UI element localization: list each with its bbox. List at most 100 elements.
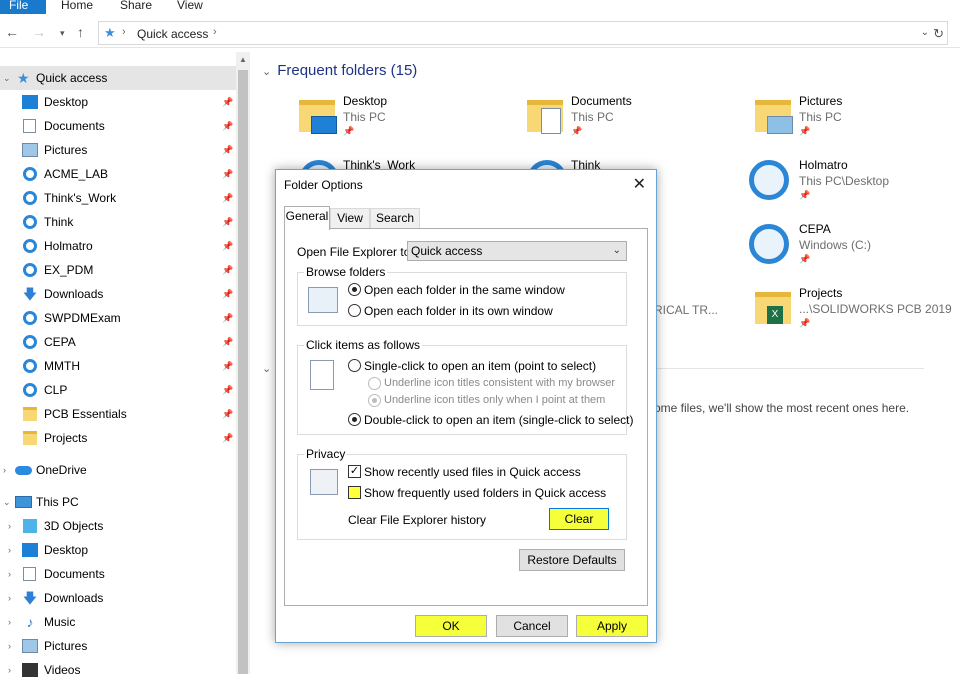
single-click-radio[interactable]	[348, 359, 361, 372]
nav-item-pc-documents[interactable]: › Documents	[0, 562, 236, 586]
nav-item-pcb-essentials[interactable]: PCB Essentials 📌	[0, 402, 236, 426]
close-icon[interactable]: ✕	[633, 174, 646, 194]
pin-icon[interactable]: 📌	[222, 145, 233, 156]
pin-icon[interactable]: 📌	[222, 169, 233, 180]
share-tab[interactable]: Share	[120, 0, 152, 11]
own-window-label[interactable]: Open each folder in its own window	[364, 304, 553, 318]
file-tab[interactable]: File	[0, 0, 46, 14]
restore-defaults-button[interactable]: Restore Defaults	[519, 549, 625, 571]
nav-scrollbar[interactable]: ▲	[236, 52, 250, 674]
double-click-radio[interactable]	[348, 413, 361, 426]
recent-files-chevron-icon[interactable]: ⌄	[262, 362, 271, 375]
pin-icon[interactable]: 📌	[222, 241, 233, 252]
nav-item-cepa[interactable]: CEPA 📌	[0, 330, 236, 354]
chevron-right-icon[interactable]: ›	[8, 521, 11, 531]
recent-files-checkbox[interactable]: ✓	[348, 465, 361, 478]
nav-item-pc-pictures[interactable]: › Pictures	[0, 634, 236, 658]
chevron-down-icon[interactable]: ⌄	[3, 497, 11, 508]
nav-item-pc-downloads[interactable]: › 🡇 Downloads	[0, 586, 236, 610]
underline-browser-label[interactable]: Underline icon titles consistent with my…	[384, 377, 615, 389]
nav-onedrive[interactable]: › OneDrive	[0, 458, 236, 482]
address-bar[interactable]: ★ › Quick access › ⌄ ↻	[98, 21, 948, 45]
nav-item-think[interactable]: Think 📌	[0, 210, 236, 234]
nav-item-projects[interactable]: Projects 📌	[0, 426, 236, 450]
frequent-folders-header[interactable]: ⌄ Frequent folders (15)	[262, 62, 417, 79]
pin-icon[interactable]: 📌	[222, 265, 233, 276]
chevron-right-icon[interactable]: ›	[122, 26, 126, 38]
nav-item-downloads[interactable]: 🡇 Downloads 📌	[0, 282, 236, 306]
own-window-radio[interactable]	[348, 304, 361, 317]
chevron-right-icon[interactable]: ›	[213, 26, 217, 38]
double-click-label[interactable]: Double-click to open an item (single-cli…	[364, 413, 633, 427]
clear-button[interactable]: Clear	[549, 508, 609, 530]
nav-item-swpdmexam[interactable]: SWPDMExam 📌	[0, 306, 236, 330]
nav-item-documents[interactable]: Documents 📌	[0, 114, 236, 138]
nav-item-music[interactable]: › ♪ Music	[0, 610, 236, 634]
same-window-label[interactable]: Open each folder in the same window	[364, 283, 565, 297]
nav-item-desktop[interactable]: Desktop 📌	[0, 90, 236, 114]
nav-item-videos[interactable]: › Videos	[0, 658, 236, 682]
frequent-folders-label[interactable]: Show frequently used folders in Quick ac…	[364, 486, 606, 500]
scroll-up-icon[interactable]: ▲	[239, 55, 247, 64]
pin-icon[interactable]: 📌	[222, 313, 233, 324]
chevron-down-icon[interactable]: ⌄	[3, 73, 11, 84]
tile-desktop[interactable]: Desktop This PC 📌	[297, 94, 497, 150]
nav-item-pc-desktop[interactable]: › Desktop	[0, 538, 236, 562]
refresh-icon[interactable]: ↻	[933, 26, 944, 42]
tab-search[interactable]: Search	[370, 208, 420, 228]
tile-cepa[interactable]: CEPA Windows (C:) 📌	[749, 222, 953, 278]
back-arrow-icon[interactable]: ←	[5, 24, 19, 40]
forward-arrow-icon[interactable]: →	[32, 24, 46, 40]
tile-projects[interactable]: X Projects ...\SOLIDWORKS PCB 2019 📌	[753, 286, 958, 342]
underline-point-label[interactable]: Underline icon titles only when I point …	[384, 394, 605, 406]
nav-item-mmth[interactable]: MMTH 📌	[0, 354, 236, 378]
pin-icon[interactable]: 📌	[222, 121, 233, 132]
pin-icon[interactable]: 📌	[222, 385, 233, 396]
home-tab[interactable]: Home	[61, 0, 93, 11]
nav-item-ex-pdm[interactable]: EX_PDM 📌	[0, 258, 236, 282]
tile-pictures[interactable]: Pictures This PC 📌	[753, 94, 953, 150]
up-arrow-icon[interactable]: ↑	[77, 24, 84, 40]
view-tab[interactable]: View	[177, 0, 203, 11]
nav-item-acme-lab[interactable]: ACME_LAB 📌	[0, 162, 236, 186]
ok-button[interactable]: OK	[415, 615, 487, 637]
nav-item-thinks-work[interactable]: Think's_Work 📌	[0, 186, 236, 210]
nav-item-3d-objects[interactable]: › 3D Objects	[0, 514, 236, 538]
recent-locations-chevron-icon[interactable]: ▾	[60, 28, 65, 39]
pin-icon[interactable]: 📌	[222, 409, 233, 420]
chevron-right-icon[interactable]: ›	[8, 641, 11, 651]
pin-icon[interactable]: 📌	[222, 361, 233, 372]
single-click-label[interactable]: Single-click to open an item (point to s…	[364, 359, 596, 373]
address-dropdown-icon[interactable]: ⌄	[921, 27, 929, 38]
chevron-right-icon[interactable]: ›	[8, 545, 11, 555]
tab-view[interactable]: View	[330, 208, 370, 228]
tile-holmatro[interactable]: Holmatro This PC\Desktop 📌	[749, 158, 953, 214]
pin-icon[interactable]: 📌	[222, 433, 233, 444]
nav-item-clp[interactable]: CLP 📌	[0, 378, 236, 402]
chevron-right-icon[interactable]: ›	[8, 593, 11, 603]
cancel-button[interactable]: Cancel	[496, 615, 568, 637]
chevron-right-icon[interactable]: ›	[8, 617, 11, 627]
same-window-radio[interactable]	[348, 283, 361, 296]
scroll-thumb[interactable]	[238, 70, 248, 674]
pin-icon[interactable]: 📌	[222, 193, 233, 204]
pin-icon[interactable]: 📌	[222, 97, 233, 108]
chevron-down-icon[interactable]: ⌄	[262, 66, 271, 78]
breadcrumb-quick-access[interactable]: Quick access	[137, 27, 208, 41]
chevron-right-icon[interactable]: ›	[3, 465, 6, 475]
nav-item-holmatro[interactable]: Holmatro 📌	[0, 234, 236, 258]
underline-browser-radio[interactable]	[368, 377, 381, 390]
pin-icon[interactable]: 📌	[222, 289, 233, 300]
frequent-folders-checkbox[interactable]	[348, 486, 361, 499]
recent-files-label[interactable]: Show recently used files in Quick access	[364, 465, 581, 479]
chevron-right-icon[interactable]: ›	[8, 569, 11, 579]
open-explorer-select[interactable]: Quick access ⌄	[407, 241, 627, 261]
pin-icon[interactable]: 📌	[222, 337, 233, 348]
tab-general[interactable]: General	[284, 206, 330, 230]
nav-this-pc[interactable]: ⌄ This PC	[0, 490, 236, 514]
pin-icon[interactable]: 📌	[222, 217, 233, 228]
nav-quick-access[interactable]: ⌄ ★ Quick access	[0, 66, 236, 90]
nav-item-pictures[interactable]: Pictures 📌	[0, 138, 236, 162]
apply-button[interactable]: Apply	[576, 615, 648, 637]
underline-point-radio[interactable]	[368, 394, 381, 407]
